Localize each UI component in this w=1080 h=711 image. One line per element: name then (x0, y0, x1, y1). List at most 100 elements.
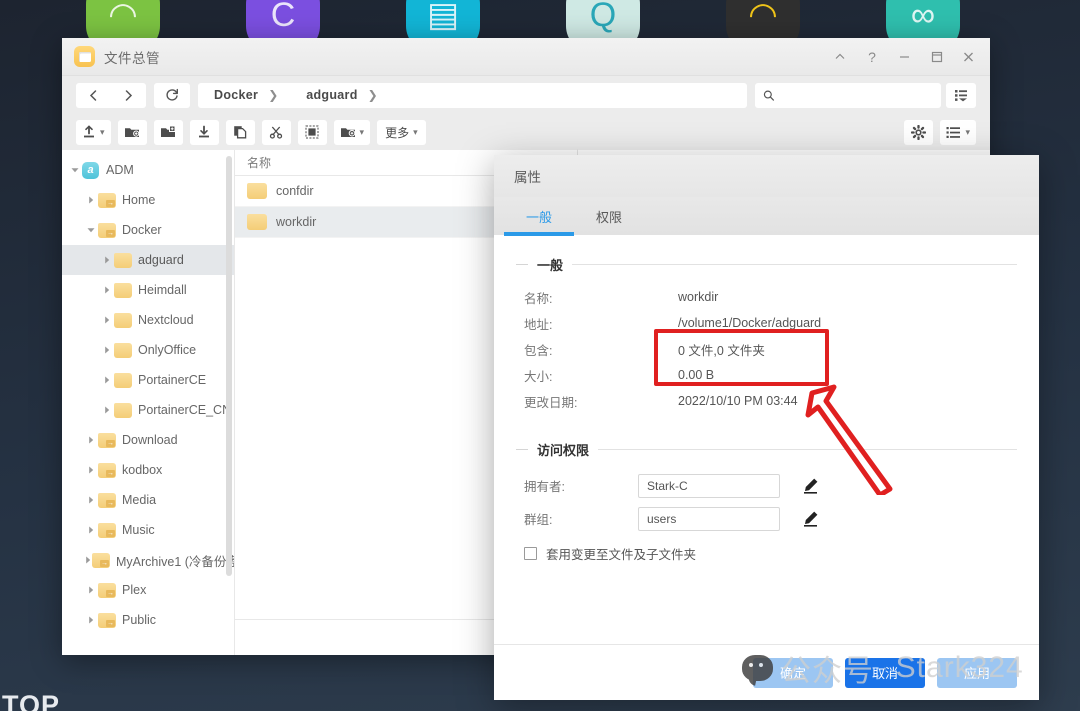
expand-arrow-icon[interactable] (100, 376, 114, 384)
sidebar-item-nextcloud[interactable]: Nextcloud (62, 305, 234, 335)
general-legend-label: 一般 (537, 258, 564, 273)
owner-pencil-icon[interactable] (802, 477, 819, 494)
back-button[interactable] (76, 83, 111, 108)
sidebar-item-portainerce[interactable]: PortainerCE (62, 365, 234, 395)
help-icon[interactable]: ? (856, 42, 888, 72)
minimize-icon[interactable] (888, 42, 920, 72)
apply-subfolders-checkbox[interactable] (524, 547, 537, 560)
expand-arrow-icon[interactable] (84, 526, 98, 534)
window-titlebar: 文件总管 ? (62, 38, 990, 76)
group-input[interactable]: users (638, 506, 780, 531)
breadcrumb[interactable]: Docker ❯ adguard ❯ (198, 82, 747, 108)
breadcrumb-item-0[interactable]: Docker (214, 88, 258, 102)
window-title: 文件总管 (104, 50, 160, 66)
expand-arrow-icon[interactable] (84, 586, 98, 594)
expand-arrow-icon[interactable] (84, 616, 98, 624)
upload-button[interactable]: ▾ (76, 119, 111, 145)
filter-view-button[interactable] (946, 82, 976, 108)
sidebar-item-plex[interactable]: → Plex (62, 575, 234, 605)
copy-button[interactable] (225, 119, 255, 145)
maximize-icon[interactable] (920, 42, 952, 72)
sidebar-item-portainerce-cn[interactable]: PortainerCE_CN (62, 395, 234, 425)
cancel-button[interactable]: 取消 (845, 657, 925, 688)
collapse-arrow-icon[interactable] (84, 226, 98, 234)
property-label: 更改日期: (524, 395, 578, 410)
sidebar-item-label: Public (122, 613, 157, 627)
dialog-tabs: 一般 权限 (494, 197, 1039, 236)
sidebar-item-media[interactable]: → Media (62, 485, 234, 515)
sidebar-item-public[interactable]: → Public (62, 605, 234, 635)
expand-arrow-icon[interactable] (100, 286, 114, 294)
expand-arrow-icon[interactable] (100, 406, 114, 414)
forward-button[interactable] (111, 83, 146, 108)
dialog-footer: 确定 取消 应用 (494, 644, 1039, 700)
property-value: /volume1/Docker/adguard (678, 316, 822, 330)
general-fields: 名称: workdir 地址: /volume1/Docker/adguard 包含: 0… (516, 284, 1017, 414)
sidebar-item-label: Download (122, 433, 178, 447)
folder-icon (247, 183, 267, 199)
expand-arrow-icon[interactable] (84, 556, 92, 564)
tree-root-adm[interactable]: a ADM (62, 155, 234, 185)
expand-arrow-icon[interactable] (100, 316, 114, 324)
search-input[interactable] (780, 88, 933, 102)
breadcrumb-separator-1: ❯ (367, 88, 378, 102)
apply-subfolders-row[interactable]: 套用变更至文件及子文件夹 (516, 544, 1017, 563)
expand-arrow-icon[interactable] (84, 196, 98, 204)
sidebar-scrollbar[interactable] (226, 156, 232, 576)
sidebar-item-kodbox[interactable]: → kodbox (62, 455, 234, 485)
expand-arrow-icon[interactable] (84, 496, 98, 504)
apply-button[interactable]: 应用 (937, 657, 1017, 688)
sidebar-item-music[interactable]: → Music (62, 515, 234, 545)
sidebar-item-label: Music (122, 523, 155, 537)
property-row: 名称: workdir (516, 284, 1017, 310)
sidebar-item-label: MyArchive1 (冷备份盘) (116, 554, 235, 569)
view-mode-button[interactable]: ▾ (940, 119, 976, 145)
sidebar-item-download[interactable]: → Download (62, 425, 234, 455)
shared-folder-icon: → (98, 522, 116, 538)
more-button[interactable]: 更多 ▾ (377, 119, 426, 145)
sidebar-item-label: Plex (122, 583, 147, 597)
tab-permissions[interactable]: 权限 (574, 207, 644, 235)
property-row: 更改日期: 2022/10/10 PM 03:44 (516, 388, 1017, 414)
ok-button[interactable]: 确定 (753, 657, 833, 688)
file-name: confdir (276, 184, 314, 198)
sidebar-item-adguard[interactable]: adguard (62, 245, 234, 275)
breadcrumb-item-1[interactable]: adguard (306, 88, 357, 102)
sidebar-item-home[interactable]: → Home (62, 185, 234, 215)
breadcrumb-separator-0: ❯ (268, 88, 279, 102)
chevron-up-icon[interactable] (824, 42, 856, 72)
owner-input[interactable]: Stark-C (638, 473, 780, 498)
expand-arrow-icon[interactable] (100, 256, 114, 264)
search-icon (763, 90, 775, 101)
expand-arrow-icon[interactable] (84, 436, 98, 444)
paste-button[interactable] (297, 119, 327, 145)
sidebar-item-onlyoffice[interactable]: OnlyOffice (62, 335, 234, 365)
settings-button[interactable] (904, 119, 934, 145)
tab-general[interactable]: 一般 (504, 207, 575, 236)
sidebar-item-label: OnlyOffice (138, 343, 197, 357)
add-folder-button[interactable] (153, 119, 183, 145)
sidebar-item-label: Media (122, 493, 157, 507)
expand-arrow-icon[interactable] (100, 346, 114, 354)
properties-dialog: 属性 一般 权限 一般 名称: workdir 地址: /volume1/Docker… (494, 155, 1039, 700)
sidebar-item-myarchive1[interactable]: → MyArchive1 (冷备份盘) (62, 545, 234, 575)
new-folder-button[interactable] (117, 119, 147, 145)
sidebar-item-label: PortainerCE (138, 373, 207, 387)
shared-folder-icon: → (98, 222, 116, 238)
cut-button[interactable] (261, 119, 291, 145)
chevron-down-icon: ▾ (413, 126, 418, 137)
expand-arrow[interactable] (68, 166, 82, 174)
download-button[interactable] (189, 119, 219, 145)
sidebar-item-label: PortainerCE_CN (138, 403, 232, 417)
group-pencil-icon[interactable] (802, 510, 819, 527)
property-label: 大小: (524, 369, 553, 384)
chevron-down-icon: ▾ (359, 126, 365, 137)
expand-arrow-icon[interactable] (84, 466, 98, 474)
sidebar-item-heimdall[interactable]: Heimdall (62, 275, 234, 305)
share-folder-button[interactable]: ▾ (333, 119, 371, 145)
search-box[interactable] (755, 82, 941, 108)
refresh-button[interactable] (154, 82, 190, 108)
sidebar-item-docker[interactable]: → Docker (62, 215, 234, 245)
close-icon[interactable] (952, 42, 984, 72)
adm-icon: a (82, 161, 99, 179)
